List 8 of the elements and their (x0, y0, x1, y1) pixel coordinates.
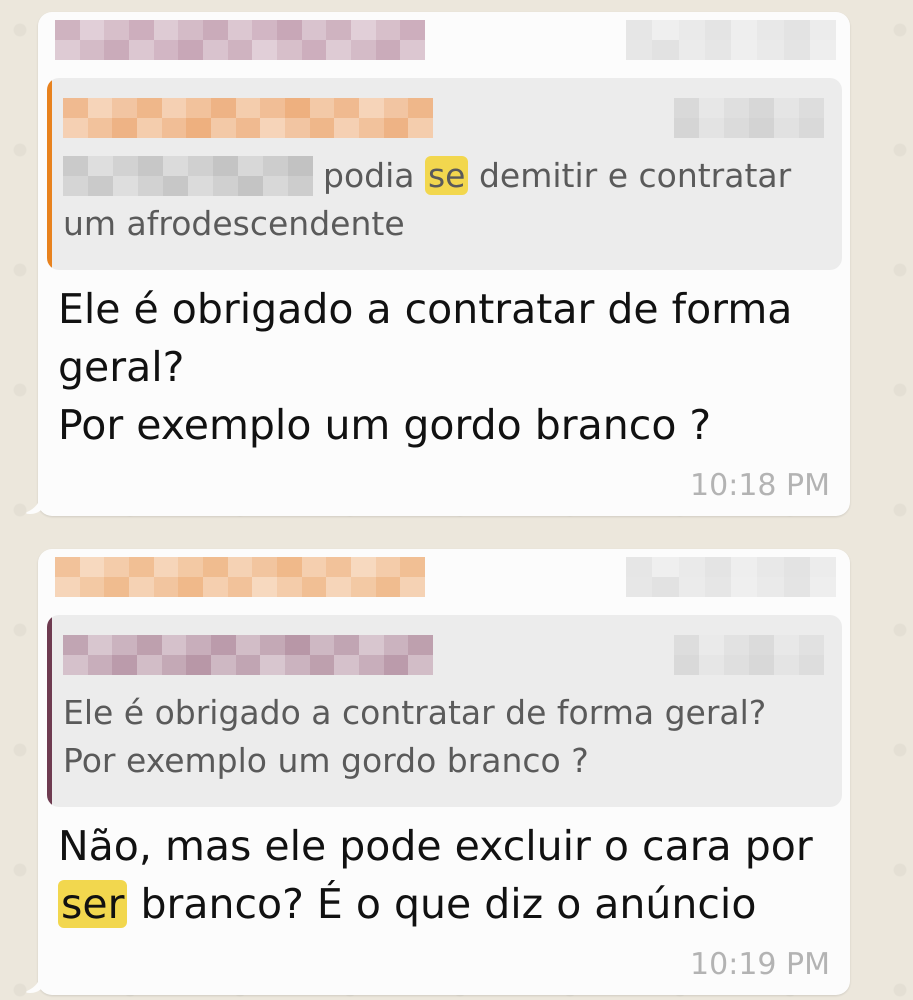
message-time: 10:18 PM (690, 467, 830, 505)
message-text: Não, mas ele pode excluir o cara por ser branco? É o que diz o anúncio (58, 821, 814, 930)
quoted-message[interactable]: podia se demitir e contratar um afrodescendente (47, 78, 842, 270)
quoted-text: podia se demitir e contratar um afrodescendente (63, 155, 792, 245)
message-time: 10:19 PM (690, 946, 830, 984)
quoted-message[interactable]: Ele é obrigado a contratar de forma geral? Por exemplo um gordo branco ? (47, 615, 842, 807)
message-text: Ele é obrigado a contratar de forma geral? Por exemplo um gordo branco ? (58, 284, 794, 451)
quoted-text: Ele é obrigado a contratar de forma geral? Por exemplo um gordo branco ? (63, 692, 768, 782)
